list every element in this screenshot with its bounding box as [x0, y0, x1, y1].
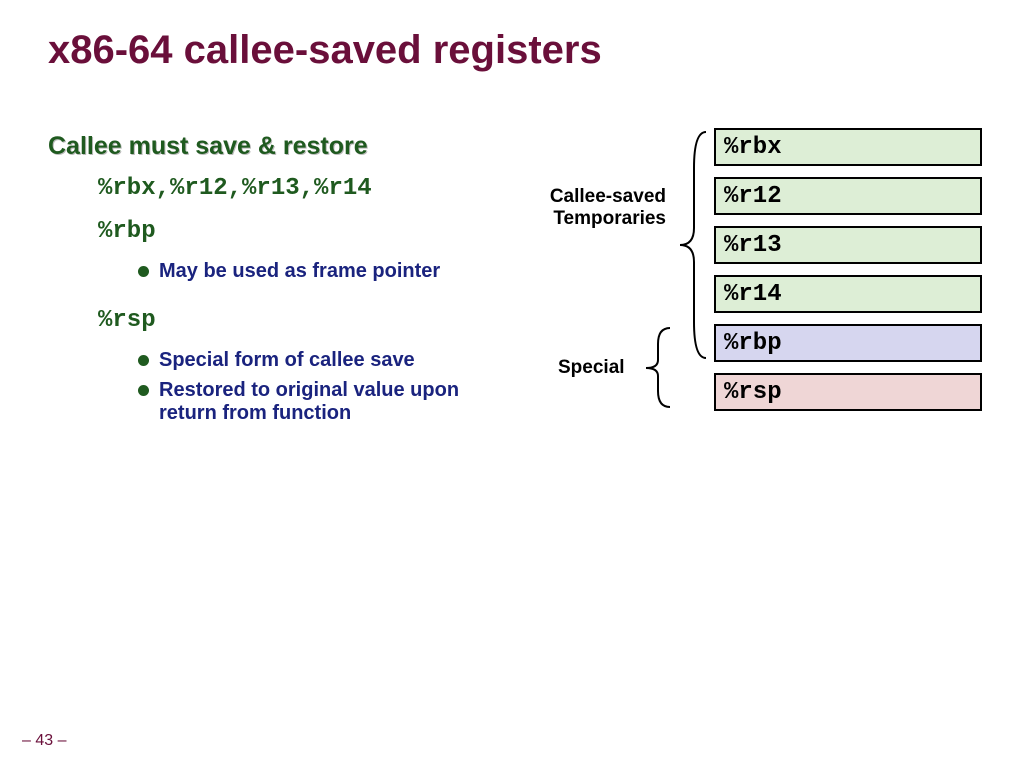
bullet-text: May be used as frame pointer	[159, 260, 440, 283]
brace-special-icon	[638, 324, 678, 411]
bullet-rbp-1: May be used as frame pointer	[138, 260, 498, 283]
bullet-rsp-2: Restored to original value upon return f…	[138, 379, 498, 425]
brace-callee-saved-icon	[672, 128, 714, 362]
subtitle: Callee must save & restore	[48, 132, 368, 161]
reg-r12: %r12	[714, 177, 982, 215]
page-number: – 43 –	[22, 732, 66, 750]
reg-r13: %r13	[714, 226, 982, 264]
bullet-text: Special form of callee save	[159, 349, 415, 372]
slide-title: x86-64 callee-saved registers	[48, 28, 602, 73]
bullet-text: Restored to original value upon return f…	[159, 379, 498, 425]
rbp-header: %rbp	[98, 218, 156, 245]
reg-r14: %r14	[714, 275, 982, 313]
label-line-2: Temporaries	[536, 208, 666, 230]
label-line-1: Callee-saved	[536, 186, 666, 208]
reg-rsp: %rsp	[714, 373, 982, 411]
label-special: Special	[558, 357, 625, 379]
rsp-header: %rsp	[98, 307, 156, 334]
bullet-dot-icon	[138, 355, 149, 366]
bullet-dot-icon	[138, 266, 149, 277]
reg-rbx: %rbx	[714, 128, 982, 166]
label-callee-saved: Callee-saved Temporaries	[536, 186, 666, 230]
reg-list: %rbx,%r12,%r13,%r14	[98, 175, 372, 202]
reg-rbp: %rbp	[714, 324, 982, 362]
bullet-rsp-1: Special form of callee save	[138, 349, 498, 372]
bullet-dot-icon	[138, 385, 149, 396]
